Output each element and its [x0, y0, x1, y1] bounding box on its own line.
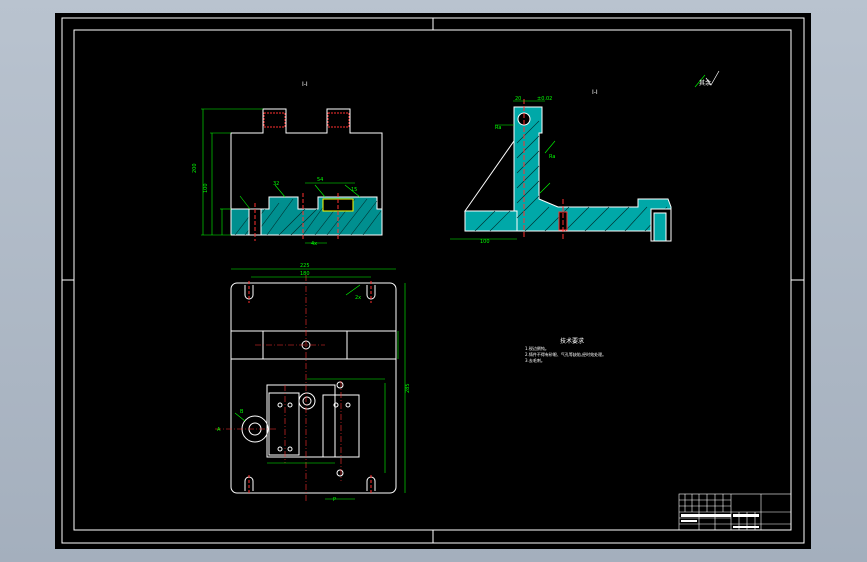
tech-req-line-1: 1.锐边倒钝。	[525, 345, 549, 351]
front-section-view: I-I 200 100 32 54 15 4x	[192, 81, 383, 247]
svg-text:A: A	[217, 427, 221, 433]
svg-text:15: 15	[351, 187, 357, 193]
section-label-front: I-I	[302, 81, 308, 88]
top-plan-view: 225 180 285 2x B P A	[215, 263, 411, 503]
section-label-side: I-I	[592, 89, 598, 96]
svg-text:100: 100	[203, 183, 209, 193]
svg-text:±0.02: ±0.02	[537, 96, 552, 102]
cad-viewport[interactable]: I-I 200 100 32 54 15 4x I-I 20 ±0.02 100…	[55, 13, 811, 549]
svg-text:225: 225	[300, 263, 310, 269]
svg-text:B: B	[240, 409, 244, 415]
svg-text:2x: 2x	[355, 295, 361, 301]
svg-text:180: 180	[300, 271, 310, 277]
tech-req-line-2: 2.铸件不得有砂眼、气孔等缺陷,经时效处理。	[525, 351, 606, 357]
svg-text:285: 285	[405, 383, 411, 393]
cad-drawing: I-I 200 100 32 54 15 4x I-I 20 ±0.02 100…	[61, 17, 805, 544]
side-section-view: I-I 20 ±0.02 100 Ra Ra 其余	[450, 70, 720, 245]
tech-req-title: 技术要求	[560, 337, 584, 345]
svg-text:Ra: Ra	[549, 154, 555, 160]
svg-text:Ra: Ra	[495, 125, 501, 131]
svg-text:200: 200	[192, 163, 198, 173]
svg-text:32: 32	[273, 181, 279, 187]
svg-text:100: 100	[480, 239, 490, 245]
svg-text:54: 54	[317, 177, 323, 183]
svg-text:20: 20	[515, 96, 521, 102]
technical-requirements: 技术要求 1.锐边倒钝。 2.铸件不得有砂眼、气孔等缺陷,经时效处理。 3.去毛…	[525, 337, 606, 363]
svg-text:4x: 4x	[311, 241, 317, 247]
outer-border	[61, 17, 805, 544]
tech-req-line-3: 3.去毛刺。	[525, 357, 545, 363]
title-block	[678, 493, 792, 531]
inner-border	[73, 29, 792, 531]
svg-text:P: P	[333, 497, 336, 503]
